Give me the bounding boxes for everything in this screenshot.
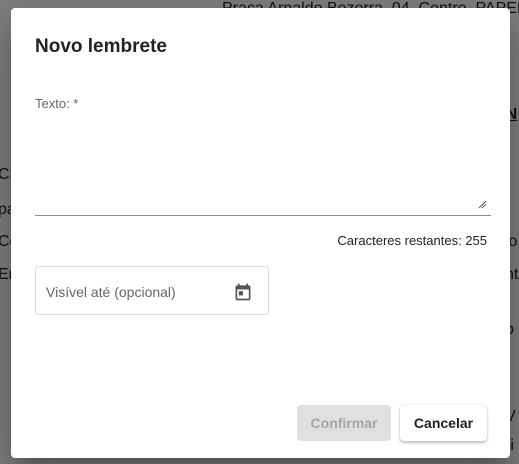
date-field-placeholder: Visível até (opcional): [46, 284, 176, 300]
visible-until-date-field[interactable]: Visível até (opcional): [35, 266, 269, 315]
dialog-title: Novo lembrete: [35, 36, 167, 57]
text-field-label: Texto: *: [35, 96, 79, 111]
confirm-button[interactable]: Confirmar: [297, 405, 391, 441]
cancel-button[interactable]: Cancelar: [400, 405, 487, 441]
chars-remaining-counter: Caracteres restantes: 255: [337, 233, 487, 248]
resize-handle-icon[interactable]: [477, 199, 487, 209]
calendar-icon[interactable]: [233, 282, 253, 302]
reminder-text-input[interactable]: [35, 116, 491, 216]
new-reminder-dialog: Novo lembrete Texto: * Caracteres restan…: [11, 8, 510, 458]
